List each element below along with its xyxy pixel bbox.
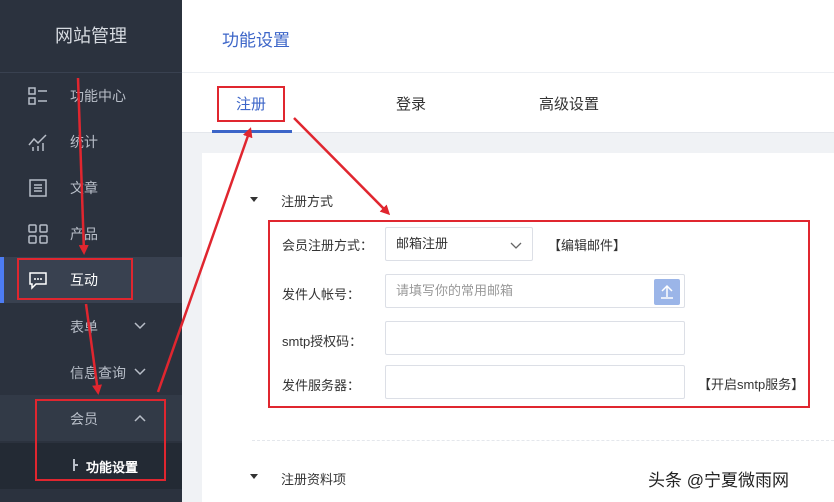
sidebar-item-articles[interactable]: 文章: [0, 165, 182, 211]
sidebar-item-label: 统计: [70, 134, 98, 150]
page-title: 功能设置: [222, 31, 290, 50]
section-divider: [252, 440, 834, 441]
annotation-box-member: [35, 399, 166, 481]
header: 功能设置: [182, 0, 834, 73]
sidebar-subitem-info-query[interactable]: 信息查询: [0, 349, 182, 395]
tab-advanced-settings[interactable]: 高级设置: [539, 93, 599, 114]
document-icon: [29, 179, 47, 197]
chart-icon: [28, 134, 47, 151]
annotation-box-interaction: [17, 258, 133, 300]
apps-icon: [28, 224, 48, 244]
sidebar-item-statistics[interactable]: 统计: [0, 119, 182, 165]
watermark: 头条 @宁夏微雨网: [648, 471, 789, 490]
sidebar-item-label: 产品: [70, 226, 98, 242]
section-title-register-method: 注册方式: [281, 194, 334, 209]
sidebar-subitem-label: 表单: [70, 319, 98, 335]
sidebar-item-label: 功能中心: [70, 88, 126, 104]
tab-login[interactable]: 登录: [396, 93, 426, 114]
collapse-caret-icon[interactable]: [250, 197, 258, 202]
sidebar-subitem-label: 信息查询: [70, 365, 126, 381]
active-tab-indicator: [212, 130, 292, 133]
chevron-down-icon: [134, 322, 146, 330]
sidebar-subitem-forms[interactable]: 表单: [0, 303, 182, 349]
sidebar-item-function-center[interactable]: 功能中心: [0, 73, 182, 119]
chevron-down-icon: [134, 368, 146, 376]
annotation-box-form: [268, 220, 810, 408]
collapse-caret-icon[interactable]: [250, 474, 258, 479]
sidebar-title: 网站管理: [0, 0, 182, 73]
grid-list-icon: [28, 87, 47, 105]
annotation-box-tab: [217, 86, 285, 122]
section-title-register-fields: 注册资料项: [281, 472, 347, 487]
sidebar-item-products[interactable]: 产品: [0, 211, 182, 257]
sidebar-item-label: 文章: [70, 180, 98, 196]
